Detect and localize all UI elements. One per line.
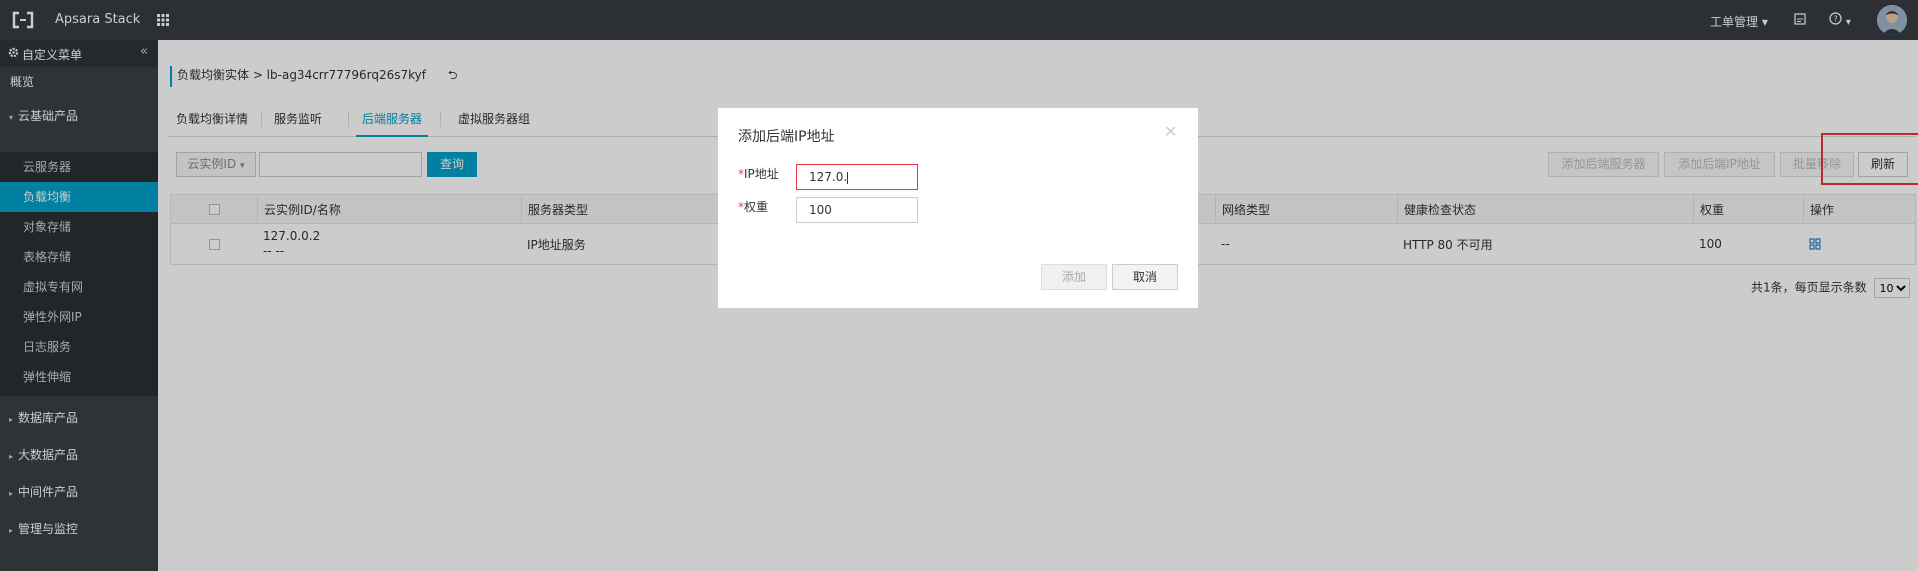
close-icon[interactable]: ✕ xyxy=(1164,122,1177,141)
ip-address-value: 127.0. xyxy=(809,170,848,184)
ip-field-label: *IP地址 xyxy=(738,165,779,182)
weight-field[interactable]: 100 xyxy=(796,197,918,223)
text-cursor xyxy=(847,171,849,184)
dialog-title: 添加后端IP地址 xyxy=(738,129,835,145)
ip-label-text: IP地址 xyxy=(744,167,779,181)
add-button[interactable]: 添加 xyxy=(1041,264,1107,290)
weight-field-label: *权重 xyxy=(738,198,768,215)
add-backend-ip-dialog: 添加后端IP地址 ✕ *IP地址 127.0. *权重 100 添加 取消 xyxy=(718,108,1198,308)
cancel-button[interactable]: 取消 xyxy=(1112,264,1178,290)
ip-address-field[interactable]: 127.0. xyxy=(796,164,918,190)
weight-label-text: 权重 xyxy=(744,200,769,214)
